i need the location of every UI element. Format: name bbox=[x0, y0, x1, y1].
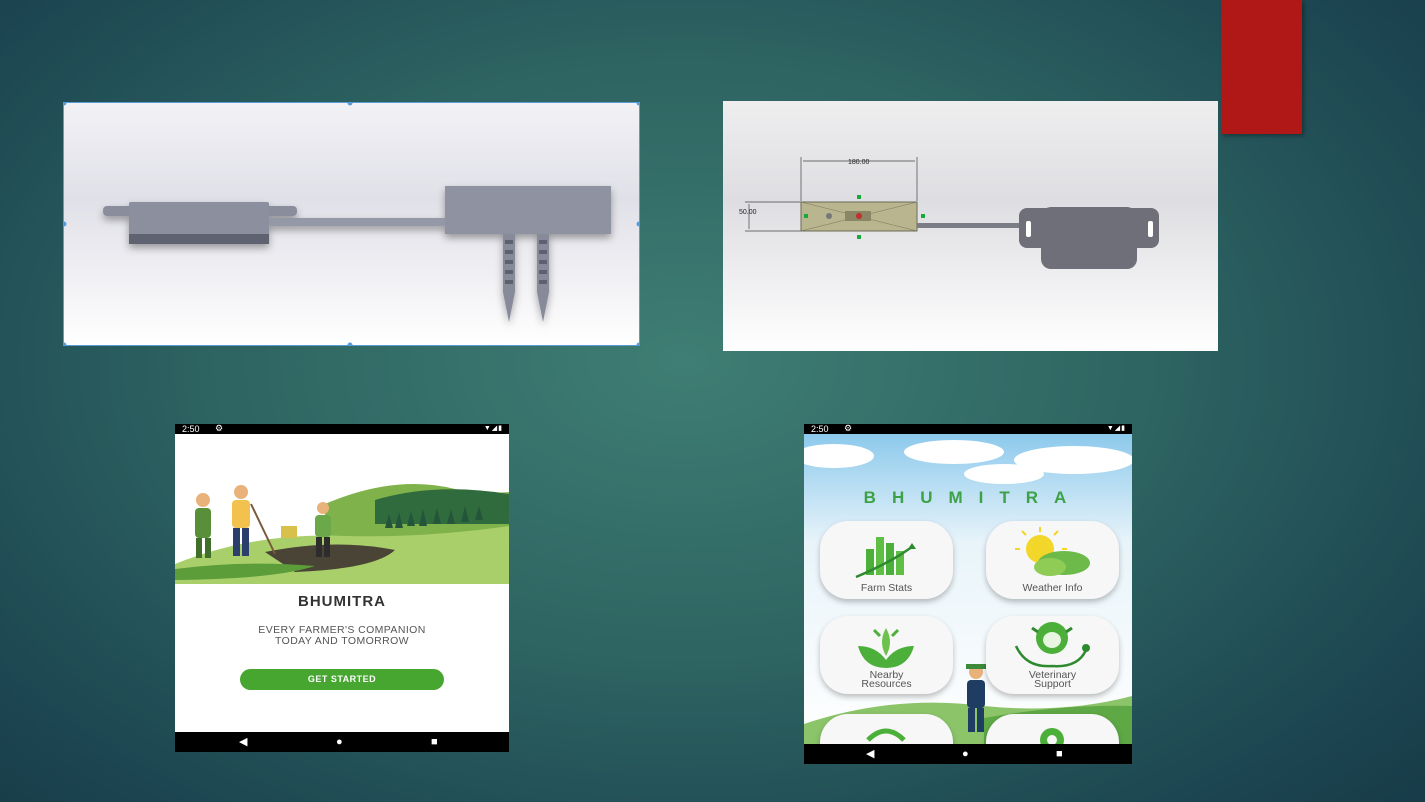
settings-icon: ⚙ bbox=[215, 424, 224, 433]
android-nav-bar: ◀ ● ■ bbox=[804, 744, 1132, 764]
veterinary-support-tile[interactable]: Veterinary Support bbox=[986, 616, 1119, 694]
get-started-button[interactable]: GET STARTED bbox=[240, 669, 444, 690]
settings-icon: ⚙ bbox=[844, 424, 853, 433]
back-icon[interactable]: ◀ bbox=[866, 747, 874, 761]
dashboard-screen: 2:50 ⚙ ▼◢▮ BHUMITRA Farm Stats Weather I… bbox=[804, 424, 1132, 764]
nearby-label-line2: Resources bbox=[861, 678, 912, 690]
recents-icon[interactable]: ■ bbox=[431, 735, 438, 749]
status-bar: 2:50 ⚙ ▼◢▮ bbox=[175, 424, 509, 434]
nearby-resources-label: Nearby Resources bbox=[820, 670, 953, 690]
veterinary-support-label: Veterinary Support bbox=[986, 670, 1119, 690]
app-title: BHUMITRA bbox=[298, 593, 386, 610]
veterinary-label-line2: Support bbox=[1034, 678, 1071, 690]
dim-height-label: 50.00 bbox=[739, 209, 757, 216]
sensor-render-drawing bbox=[63, 102, 640, 346]
weather-info-tile[interactable]: Weather Info bbox=[986, 521, 1119, 599]
farmers-illustration bbox=[175, 484, 509, 584]
android-nav-bar: ◀ ● ■ bbox=[175, 732, 509, 752]
status-bar: 2:50 ⚙ ▼◢▮ bbox=[804, 424, 1132, 434]
signal-battery-icon: ▼◢▮ bbox=[483, 425, 503, 432]
sensor-dimension-drawing[interactable]: 180.00 50.00 bbox=[723, 101, 1218, 351]
weather-info-label: Weather Info bbox=[1022, 582, 1083, 594]
farm-stats-tile[interactable]: Farm Stats bbox=[820, 521, 953, 599]
sensor-3d-render[interactable] bbox=[63, 102, 640, 346]
welcome-screen: 2:50 ⚙ ▼◢▮ BHUMITRA EVERY FARMER'S COMPA… bbox=[175, 424, 509, 752]
signal-battery-icon: ▼◢▮ bbox=[1106, 425, 1126, 432]
dimension-drawing: 180.00 50.00 bbox=[739, 157, 1159, 269]
farm-stats-label: Farm Stats bbox=[860, 582, 913, 594]
status-time: 2:50 bbox=[182, 424, 200, 434]
nearby-resources-tile[interactable]: Nearby Resources bbox=[820, 616, 953, 694]
status-time: 2:50 bbox=[811, 424, 829, 434]
recents-icon[interactable]: ■ bbox=[1056, 747, 1063, 761]
dim-width-label: 180.00 bbox=[848, 159, 870, 166]
tagline: EVERY FARMER'S COMPANION TODAY AND TOMOR… bbox=[175, 625, 509, 647]
home-icon[interactable]: ● bbox=[336, 735, 343, 749]
tagline-line2: TODAY AND TOMORROW bbox=[275, 635, 409, 647]
accent-bar bbox=[1221, 0, 1302, 134]
home-icon[interactable]: ● bbox=[962, 747, 969, 761]
app-title: BHUMITRA bbox=[863, 488, 1083, 507]
back-icon[interactable]: ◀ bbox=[239, 735, 247, 749]
